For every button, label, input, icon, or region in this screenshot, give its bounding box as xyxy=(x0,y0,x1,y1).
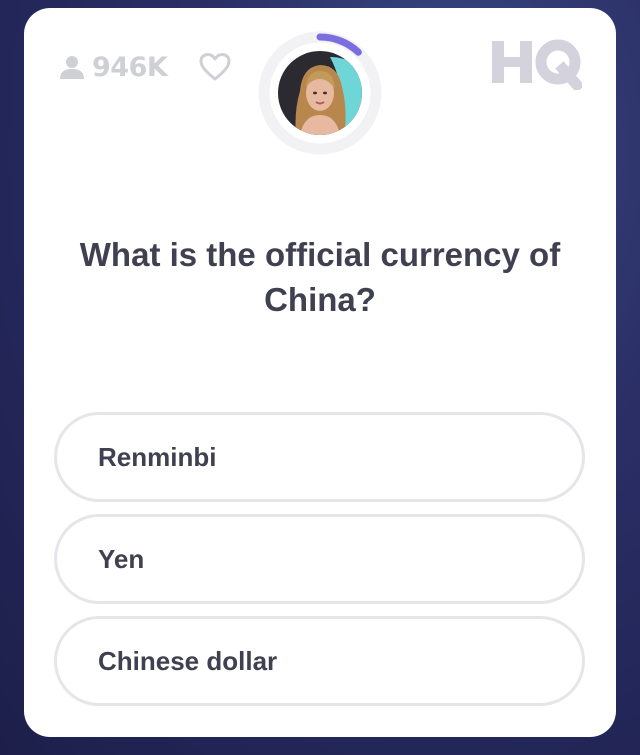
answer-list: Renminbi Yen Chinese dollar xyxy=(54,412,585,718)
host-avatar xyxy=(278,51,362,135)
answer-option-2[interactable]: Yen xyxy=(54,514,585,604)
answer-option-1[interactable]: Renminbi xyxy=(54,412,585,502)
stats-bar: 946K xyxy=(60,51,231,83)
host-timer xyxy=(258,31,382,155)
answer-option-3[interactable]: Chinese dollar xyxy=(54,616,585,706)
person-icon xyxy=(60,56,84,79)
question-card: 946K What is the official currency of Ch… xyxy=(24,8,616,737)
question-text: What is the official currency of China? xyxy=(79,236,561,318)
viewer-count: 946K xyxy=(92,51,168,83)
hq-logo xyxy=(492,39,582,90)
heart-icon[interactable] xyxy=(199,52,231,82)
